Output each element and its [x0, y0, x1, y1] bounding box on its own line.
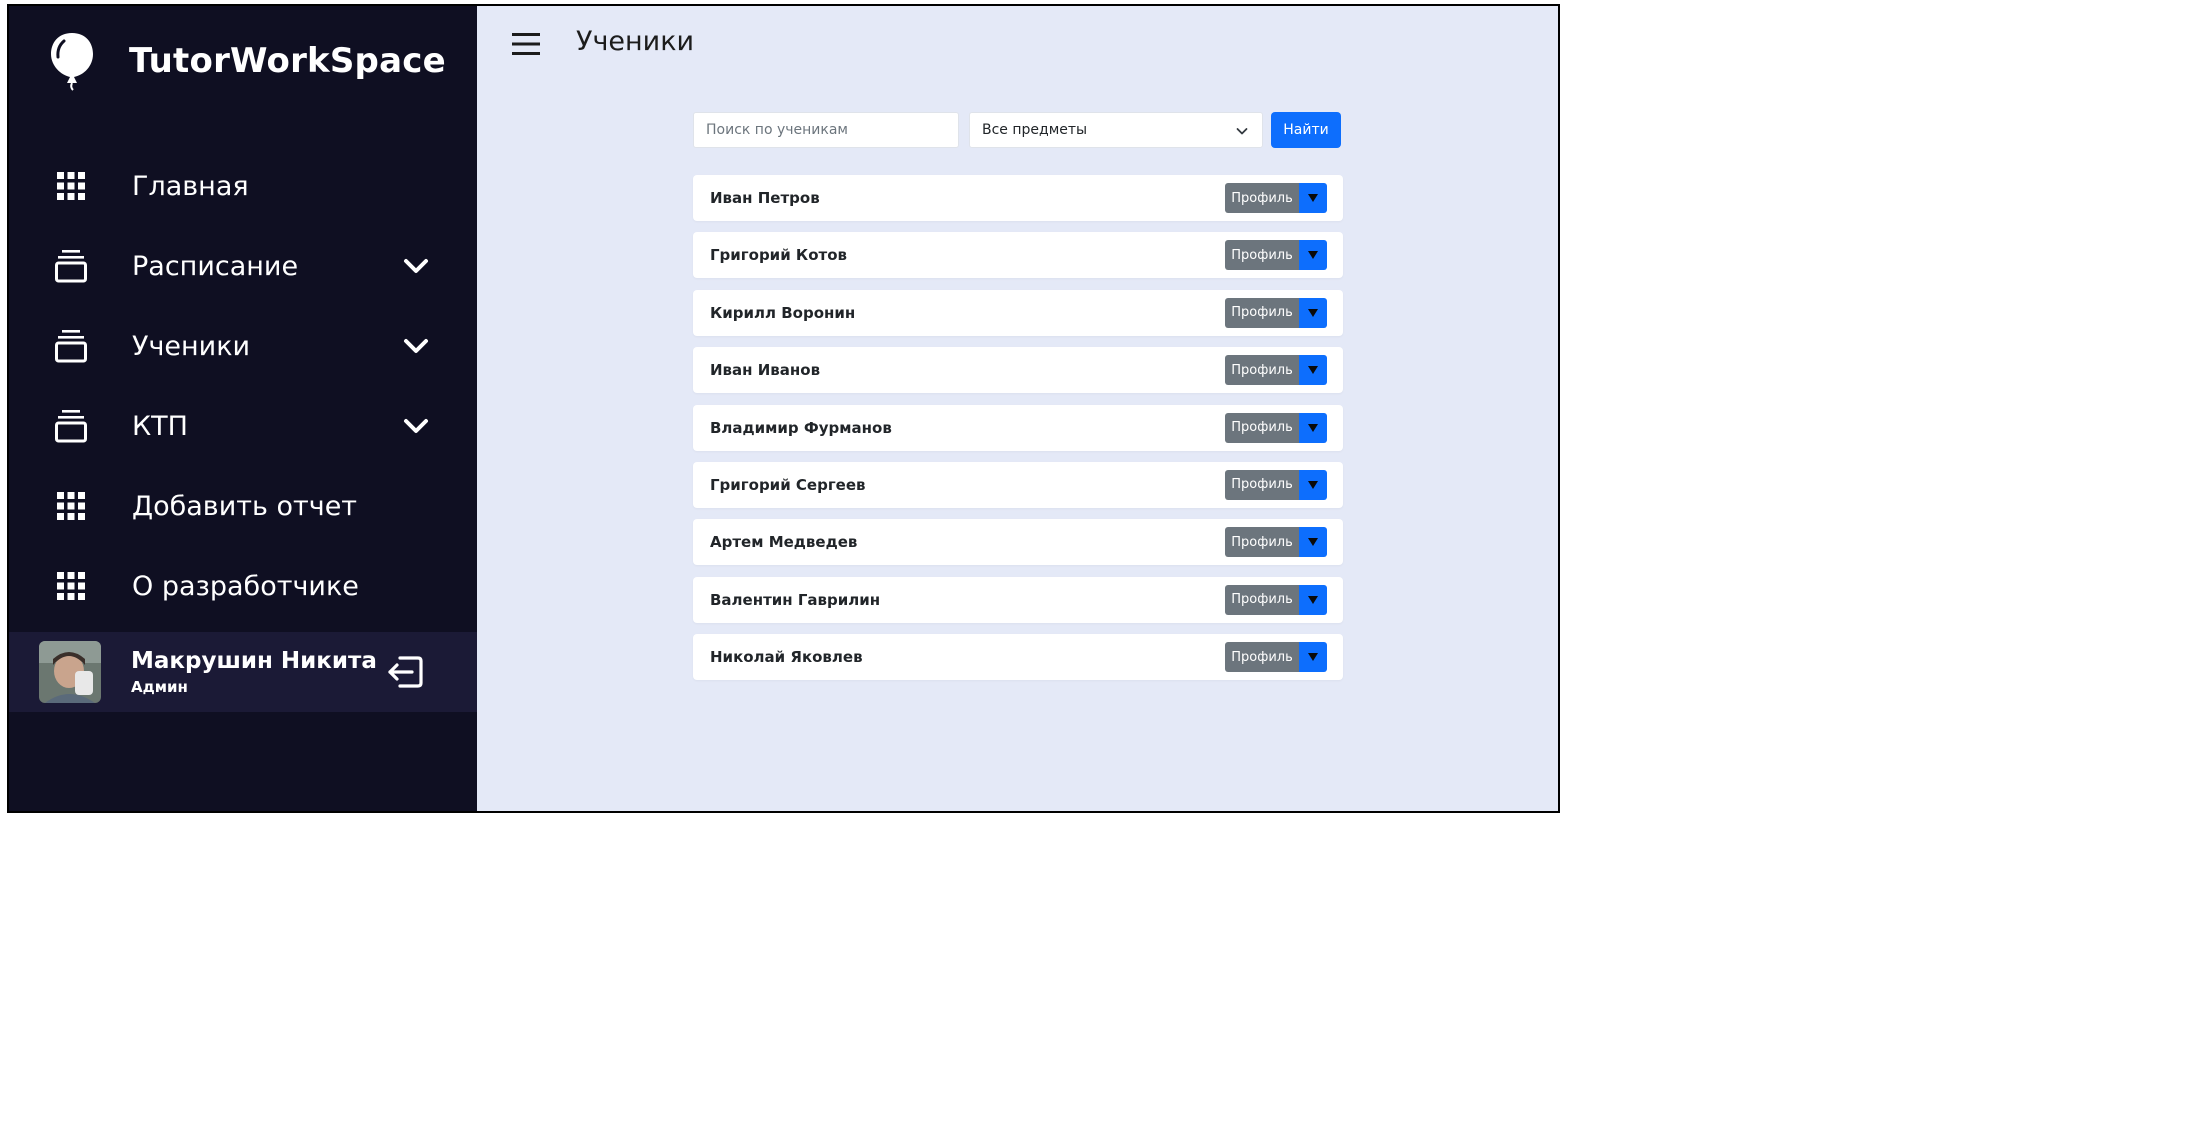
user-name: Макрушин Никита [131, 648, 377, 674]
profile-button-group: Профиль [1225, 297, 1327, 328]
sidebar-item-schedule[interactable]: Расписание [9, 226, 477, 306]
sidebar-item-label: Ученики [132, 330, 251, 362]
menu-toggle-icon[interactable] [511, 30, 541, 58]
profile-button[interactable]: Профиль [1225, 469, 1299, 500]
sidebar-item-add-report[interactable]: Добавить отчет [9, 466, 477, 546]
logout-icon[interactable] [386, 654, 424, 690]
profile-dropdown-toggle[interactable] [1299, 527, 1327, 558]
student-name: Артем Медведев [710, 533, 858, 552]
profile-button[interactable]: Профиль [1225, 584, 1299, 615]
page-title: Ученики [576, 26, 695, 57]
profile-dropdown-toggle[interactable] [1299, 469, 1327, 500]
avatar[interactable] [39, 641, 101, 703]
student-name: Иван Петров [710, 189, 820, 207]
grid-icon [54, 169, 88, 203]
sidebar-item-ktp[interactable]: КТП [9, 386, 477, 466]
student-name: Григорий Котов [710, 246, 847, 265]
search-bar: Все предметы Найти [693, 112, 1341, 148]
sidebar-nav: Главная Расписание Ученики КТП Добавить … [9, 146, 477, 626]
student-row: Николай Яковлев Профиль [693, 634, 1343, 681]
grid-icon [54, 569, 88, 603]
student-row: Иван Иванов Профиль [693, 347, 1343, 394]
stack-icon [54, 249, 88, 283]
chevron-down-icon[interactable] [403, 413, 429, 439]
caret-down-icon [1308, 653, 1318, 662]
balloon-logo-icon [51, 33, 93, 91]
student-name: Владимир Фурманов [710, 418, 892, 437]
student-name: Григорий Сергеев [710, 475, 866, 494]
student-row: Григорий Сергеев Профиль [693, 461, 1343, 508]
profile-button-group: Профиль [1225, 412, 1327, 443]
sidebar-item-about-developer[interactable]: О разработчике [9, 546, 477, 626]
user-profile: Макрушин Никита Админ [9, 632, 477, 712]
student-row: Артем Медведев Профиль [693, 519, 1343, 566]
subject-select-value: Все предметы [982, 122, 1088, 138]
user-role: Админ [131, 678, 188, 696]
student-name: Кирилл Воронин [710, 303, 856, 322]
sidebar-item-label: КТП [132, 410, 188, 442]
profile-button[interactable]: Профиль [1225, 642, 1299, 673]
profile-button[interactable]: Профиль [1225, 355, 1299, 386]
find-button[interactable]: Найти [1271, 112, 1341, 148]
profile-button-group: Профиль [1225, 355, 1327, 386]
profile-button[interactable]: Профиль [1225, 183, 1299, 213]
sidebar: TutorWorkSpace Главная Расписание Ученик… [9, 6, 477, 811]
profile-button-group: Профиль [1225, 584, 1327, 615]
profile-button[interactable]: Профиль [1225, 240, 1299, 271]
caret-down-icon [1308, 423, 1318, 432]
profile-dropdown-toggle[interactable] [1299, 240, 1327, 271]
sidebar-item-home[interactable]: Главная [9, 146, 477, 226]
profile-button-group: Профиль [1225, 642, 1327, 673]
student-list: Иван Петров Профиль Григорий Котов Профи… [693, 175, 1343, 692]
caret-down-icon [1308, 308, 1318, 317]
profile-button[interactable]: Профиль [1225, 527, 1299, 558]
profile-button[interactable]: Профиль [1225, 297, 1299, 328]
student-name: Валентин Гаврилин [710, 590, 881, 609]
profile-button-group: Профиль [1225, 240, 1327, 271]
stack-icon [54, 329, 88, 363]
caret-down-icon [1308, 366, 1318, 375]
profile-dropdown-toggle[interactable] [1299, 412, 1327, 443]
profile-dropdown-toggle[interactable] [1299, 355, 1327, 386]
chevron-down-icon[interactable] [403, 253, 429, 279]
search-input[interactable] [693, 112, 959, 148]
subject-select[interactable]: Все предметы [969, 112, 1263, 148]
profile-button-group: Профиль [1225, 469, 1327, 500]
profile-dropdown-toggle[interactable] [1299, 297, 1327, 328]
profile-dropdown-toggle[interactable] [1299, 584, 1327, 615]
profile-button-group: Профиль [1225, 183, 1327, 213]
app-title: TutorWorkSpace [129, 41, 446, 81]
user-text: Макрушин Никита Админ [131, 648, 377, 696]
main-content: Ученики Все предметы Найти Иван Петров П… [477, 6, 1558, 811]
sidebar-item-label: Расписание [132, 250, 299, 282]
student-row: Владимир Фурманов Профиль [693, 404, 1343, 451]
stack-icon [54, 409, 88, 443]
caret-down-icon [1308, 538, 1318, 547]
student-row: Григорий Котов Профиль [693, 232, 1343, 279]
student-name: Иван Иванов [710, 361, 821, 380]
profile-button[interactable]: Профиль [1225, 412, 1299, 443]
caret-down-icon [1308, 194, 1318, 202]
sidebar-item-label: Добавить отчет [132, 490, 358, 522]
profile-dropdown-toggle[interactable] [1299, 642, 1327, 673]
grid-icon [54, 489, 88, 523]
app-window: TutorWorkSpace Главная Расписание Ученик… [7, 4, 1560, 813]
caret-down-icon [1308, 595, 1318, 604]
student-row: Иван Петров Профиль [693, 175, 1343, 221]
student-name: Николай Яковлев [710, 648, 863, 667]
sidebar-item-students[interactable]: Ученики [9, 306, 477, 386]
student-row: Кирилл Воронин Профиль [693, 289, 1343, 336]
chevron-down-icon [1236, 128, 1248, 135]
caret-down-icon [1308, 251, 1318, 260]
caret-down-icon [1308, 480, 1318, 489]
profile-button-group: Профиль [1225, 527, 1327, 558]
brand[interactable]: TutorWorkSpace [47, 26, 446, 96]
chevron-down-icon[interactable] [403, 333, 429, 359]
profile-dropdown-toggle[interactable] [1299, 183, 1327, 213]
sidebar-item-label: Главная [132, 170, 249, 202]
student-row: Валентин Гаврилин Профиль [693, 576, 1343, 623]
sidebar-item-label: О разработчике [132, 570, 359, 602]
